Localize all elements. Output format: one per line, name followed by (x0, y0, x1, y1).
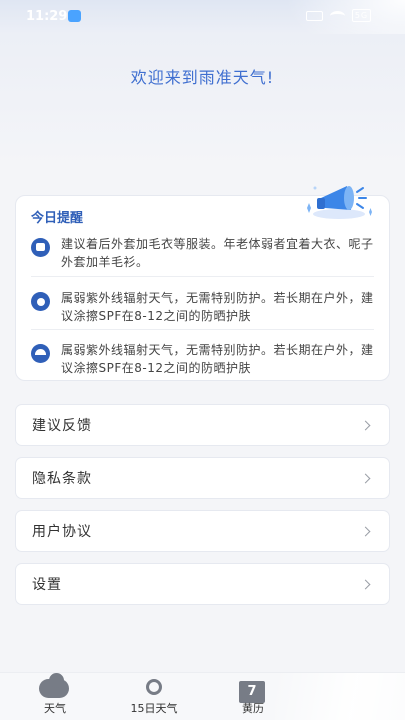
today-reminder-card: 今日提醒 建议着后外套加毛衣等服装。年老体弱者宜着大衣、呢子外套加羊毛衫。 属弱… (15, 186, 390, 381)
reminder-tip-uv: 属弱紫外线辐射天气，无需特别防护。若长期在户外，建议涂擦SPF在8-12之间的防… (31, 289, 376, 325)
menu-item-label: 建议反馈 (32, 418, 92, 434)
menu-item-label: 隐私条款 (32, 471, 92, 487)
chevron-right-icon (360, 579, 371, 589)
clothing-icon (31, 238, 50, 257)
menu-item-privacy[interactable]: 隐私条款 (15, 457, 390, 499)
menu-item-feedback[interactable]: 建议反馈 (15, 404, 390, 446)
divider (31, 329, 374, 330)
chevron-right-icon (360, 420, 371, 430)
welcome-text: 欢迎来到雨准天气! (130, 68, 275, 87)
umbrella-icon (31, 344, 50, 363)
menu-item-label: 设置 (32, 577, 62, 593)
tip-text: 属弱紫外线辐射天气，无需特别防护。若长期在户外，建议涂擦SPF在8-12之间的防… (61, 343, 374, 375)
menu-item-settings[interactable]: 设置 (15, 563, 390, 605)
header: 欢迎来到雨准天气! (0, 34, 405, 166)
reminder-tip-clothing: 建议着后外套加毛衣等服装。年老体弱者宜着大衣、呢子外套加羊毛衫。 (31, 235, 376, 271)
sun-icon (146, 679, 162, 695)
bottom-nav: 天气 15日天气 7 黄历 (0, 672, 405, 720)
tip-text: 建议着后外套加毛衣等服装。年老体弱者宜着大衣、呢子外套加羊毛衫。 (61, 237, 374, 269)
weather-app-notification-icon (68, 10, 81, 22)
chevron-right-icon (360, 473, 371, 483)
nav-tab-15-day[interactable]: 15日天气 (114, 673, 194, 720)
nav-tab-label: 天气 (44, 702, 66, 715)
main-content: 今日提醒 建议着后外套加毛衣等服装。年老体弱者宜着大衣、呢子外套加羊毛衫。 属弱… (0, 166, 405, 672)
chevron-right-icon (360, 526, 371, 536)
sun-icon (31, 292, 50, 311)
nav-tab-label: 15日天气 (130, 702, 178, 715)
nav-tab-weather[interactable]: 天气 (15, 673, 95, 720)
megaphone-icon (307, 186, 372, 219)
status-bar: 11:29 5Ｇ (0, 0, 405, 60)
glare-overlay (275, 673, 405, 720)
status-time: 11:29 (26, 9, 68, 24)
menu-item-user-agreement[interactable]: 用户协议 (15, 510, 390, 552)
reminder-tip-umbrella: 属弱紫外线辐射天气，无需特别防护。若长期在户外，建议涂擦SPF在8-12之间的防… (31, 341, 376, 377)
cloud-icon (39, 673, 69, 698)
divider (31, 276, 374, 277)
reminder-title: 今日提醒 (31, 211, 84, 226)
tip-text: 属弱紫外线辐射天气，无需特别防护。若长期在户外，建议涂擦SPF在8-12之间的防… (61, 291, 374, 323)
menu-item-label: 用户协议 (32, 524, 92, 540)
